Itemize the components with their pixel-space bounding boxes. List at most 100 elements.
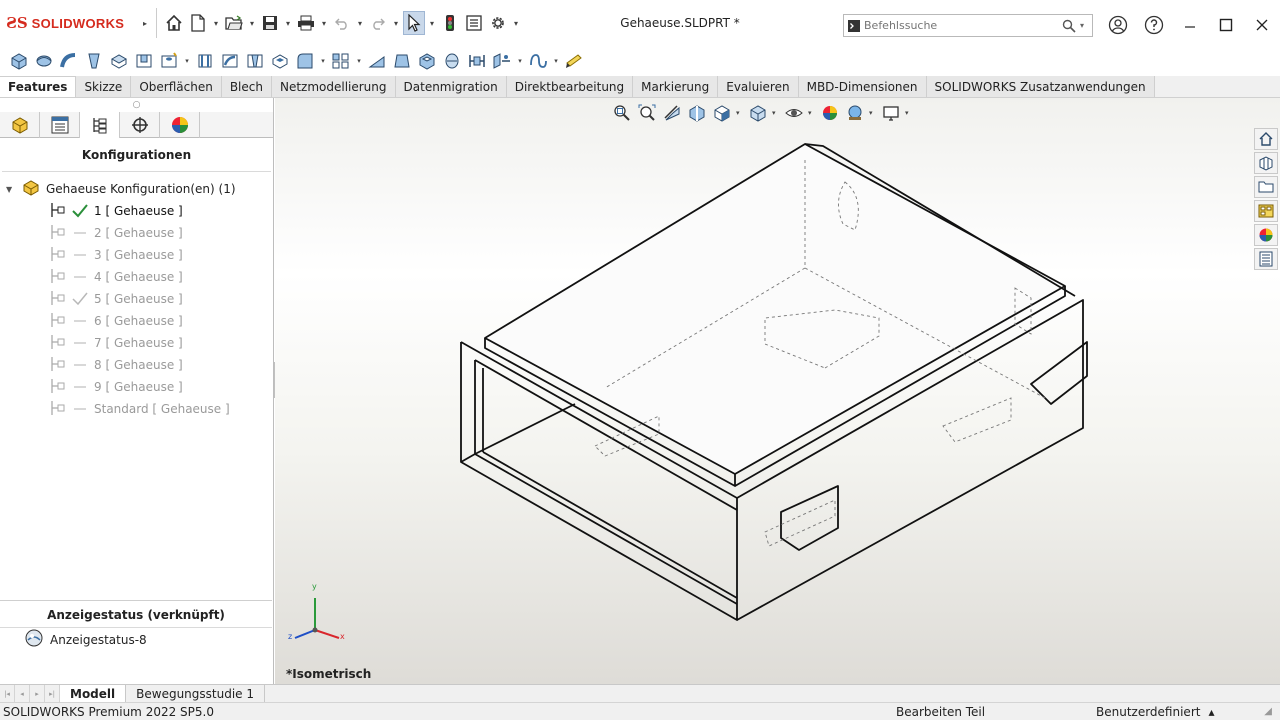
maximize-icon[interactable] [1208,10,1244,40]
options-dropdown-arrow[interactable]: ▾ [511,11,521,35]
save-icon[interactable] [259,11,281,35]
configuration-item[interactable]: 4 [ Gehaeuse ] [0,266,273,288]
select-dropdown-arrow[interactable]: ▾ [427,11,437,35]
hole-dropdown-arrow[interactable]: ▾ [183,57,191,65]
tab-features[interactable]: Features [0,76,77,97]
tab-skizze[interactable]: Skizze [76,76,132,97]
configuration-item[interactable]: 3 [ Gehaeuse ] [0,244,273,266]
configuration-item[interactable]: 8 [ Gehaeuse ] [0,354,273,376]
new-document-icon[interactable] [187,11,209,35]
rebuild-traffic-light-icon[interactable] [439,11,461,35]
reference-dropdown-arrow[interactable]: ▾ [516,57,524,65]
search-icon[interactable] [1058,19,1080,33]
tab-direktbearbeitung[interactable]: Direktbearbeitung [506,76,634,97]
display-state-item[interactable]: Anzeigestatus-8 [24,628,147,651]
units-selector[interactable]: Benutzerdefiniert ▴ [1096,705,1215,719]
tab-evaluieren[interactable]: Evaluieren [718,76,799,97]
lofted-boss-icon[interactable] [83,50,105,72]
tab-modell[interactable]: Modell [60,685,127,702]
search-input[interactable] [864,19,1058,32]
minimize-icon[interactable] [1172,10,1208,40]
close-icon[interactable] [1244,10,1280,40]
command-search-box[interactable]: ▾ [843,14,1093,37]
instant3d-icon[interactable] [563,50,585,72]
view-palette-icon[interactable] [1254,200,1278,222]
open-folder-icon[interactable] [223,11,245,35]
dimxpertmanager-tab-icon[interactable] [120,112,160,138]
configuration-item[interactable]: 7 [ Gehaeuse ] [0,332,273,354]
part-model-wireframe[interactable] [275,98,1280,684]
tab-markierung[interactable]: Markierung [633,76,719,97]
hole-wizard-icon[interactable] [158,50,180,72]
rib-icon[interactable] [366,50,388,72]
tab-blech[interactable]: Blech [221,76,272,97]
logo-menu-arrow[interactable]: ▸ [140,11,150,35]
linear-pattern-icon[interactable] [330,50,352,72]
undo-icon[interactable] [331,11,353,35]
redo-icon[interactable] [367,11,389,35]
configuration-item[interactable]: 1 [ Gehaeuse ] [0,200,273,222]
featuremanager-tab-icon[interactable] [0,112,40,138]
print-icon[interactable] [295,11,317,35]
redo-dropdown-arrow[interactable]: ▾ [391,11,401,35]
print-dropdown-arrow[interactable]: ▾ [319,11,329,35]
fillet-icon[interactable] [294,50,316,72]
collapse-arrow-icon[interactable]: ▼ [6,185,16,194]
last-tab-icon[interactable]: ▸| [45,685,60,702]
intersect-icon[interactable] [466,50,488,72]
appearances-scenes-icon[interactable] [1254,224,1278,246]
tab-solidworks-zusatzanwendungen[interactable]: SOLIDWORKS Zusatzanwendungen [926,76,1155,97]
solidworks-logo[interactable]: ƧS SOLIDWORKS [0,0,140,46]
displaymanager-tab-icon[interactable] [160,112,200,138]
revolved-cut-icon[interactable] [194,50,216,72]
open-dropdown-arrow[interactable]: ▾ [247,11,257,35]
configuration-item[interactable]: 6 [ Gehaeuse ] [0,310,273,332]
configuration-item[interactable]: 5 [ Gehaeuse ] [0,288,273,310]
lofted-cut-icon[interactable] [244,50,266,72]
curves-dropdown-arrow[interactable]: ▾ [552,57,560,65]
file-explorer-icon[interactable] [1254,176,1278,198]
configuration-item[interactable]: Standard [ Gehaeuse ] [0,398,273,420]
home-icon[interactable] [163,11,185,35]
user-account-icon[interactable] [1100,10,1136,40]
save-dropdown-arrow[interactable]: ▾ [283,11,293,35]
wrap-icon[interactable] [441,50,463,72]
next-tab-icon[interactable]: ▸ [30,685,45,702]
extruded-boss-icon[interactable] [8,50,30,72]
file-properties-icon[interactable] [463,11,485,35]
panel-grip-icon[interactable]: ○ [0,98,273,112]
options-gear-icon[interactable] [487,11,509,35]
tab-bewegungsstudie-1[interactable]: Bewegungsstudie 1 [126,685,265,702]
propertymanager-tab-icon[interactable] [40,112,80,138]
swept-boss-icon[interactable] [58,50,80,72]
tab-mbd-dimensionen[interactable]: MBD-Dimensionen [798,76,927,97]
select-arrow-icon[interactable] [403,11,425,35]
solidworks-resources-icon[interactable] [1254,128,1278,150]
draft-icon[interactable] [391,50,413,72]
shell-icon[interactable] [416,50,438,72]
design-library-icon[interactable] [1254,152,1278,174]
help-icon[interactable] [1136,10,1172,40]
configuration-item[interactable]: 9 [ Gehaeuse ] [0,376,273,398]
configuration-root[interactable]: ▼ Gehaeuse Konfiguration(en) (1) [0,178,273,200]
tab-datenmigration[interactable]: Datenmigration [395,76,507,97]
configurationmanager-tab-icon[interactable] [80,112,120,138]
resize-grip-icon[interactable]: ◢ [1264,706,1272,717]
reference-geometry-icon[interactable] [491,50,513,72]
graphics-area[interactable]: ▾ ▾ ▾ ▾ ▾ y x z *Isometrisch [275,98,1280,684]
configuration-item[interactable]: 2 [ Gehaeuse ] [0,222,273,244]
revolved-boss-icon[interactable] [33,50,55,72]
extruded-cut-icon[interactable] [133,50,155,72]
boundary-cut-icon[interactable] [269,50,291,72]
new-dropdown-arrow[interactable]: ▾ [211,11,221,35]
undo-dropdown-arrow[interactable]: ▾ [355,11,365,35]
pattern-dropdown-arrow[interactable]: ▾ [355,57,363,65]
tab-oberflaechen[interactable]: Oberflächen [131,76,222,97]
first-tab-icon[interactable]: |◂ [0,685,15,702]
swept-cut-icon[interactable] [219,50,241,72]
fillet-dropdown-arrow[interactable]: ▾ [319,57,327,65]
search-dropdown-arrow[interactable]: ▾ [1080,21,1092,30]
boundary-boss-icon[interactable] [108,50,130,72]
custom-properties-icon[interactable] [1254,248,1278,270]
curves-icon[interactable] [527,50,549,72]
